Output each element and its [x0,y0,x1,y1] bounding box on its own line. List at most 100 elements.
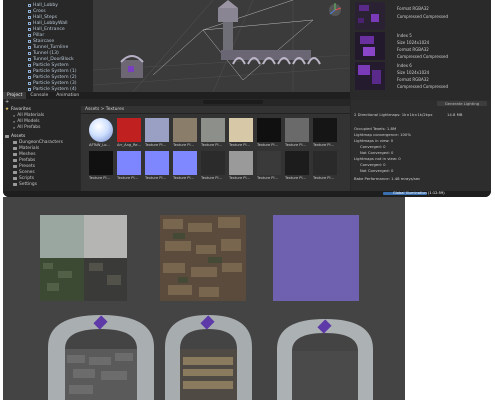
asset-item[interactable]: Texture Pl... [201,118,227,147]
folder-icon [13,140,17,144]
texture-thumbnail [117,118,141,142]
lighting-stat: Lightmap convergence: 100% [354,132,411,137]
lightmap-summary: 2 Directional Lightmaps: 1k×1k×1k/2kpx [354,112,433,117]
hierarchy-panel: Hall_Lobby Cross Hall_Steps Hall_LobbyWa… [3,0,93,92]
asset-item[interactable]: Texture Pl... [173,118,199,147]
lightmap-entry[interactable]: Index 5 Size 1024x1024 Format RGBA32 Com… [355,32,489,60]
texture-thumbnail [313,151,337,175]
lightmap-inspector: Format RGBA32 Compressed Compressed Inde… [351,0,491,100]
tab-console[interactable]: Console [26,92,52,99]
texture-thumbnail [257,151,281,175]
lightmap-compression: Compressed Compressed [397,54,448,59]
folder-icon [13,158,17,162]
asset-item[interactable]: Texture Pl... [285,151,311,180]
search-icon: ⌕ [13,124,16,130]
gameobject-icon [28,39,31,43]
lightmap-compression: Compressed Compressed [397,14,448,19]
lower-preview [3,197,405,400]
asset-item[interactable]: Texture Pl... [201,151,227,180]
folder-icon [13,164,17,168]
arch-model [165,315,252,400]
tab-animation[interactable]: Animation [52,92,83,99]
lighting-stat: Converged: 0 [360,162,386,167]
gameobject-icon [28,21,31,25]
asset-item[interactable]: Arr_Ang_Re... [117,118,143,147]
asset-item[interactable]: Texture Pl... [229,118,255,147]
gameobject-icon [28,27,31,31]
gameobject-icon [28,3,31,7]
lightmap-format: Format RGBA32 [397,47,429,52]
gameobject-icon [28,69,31,73]
asset-item[interactable]: Texture Pl... [257,118,283,147]
search-icon: ⌕ [13,112,16,118]
gameobject-icon [28,45,31,49]
lightmap-size-label: 14.8 MB [447,112,463,117]
texture-thumbnail [201,151,225,175]
asset-item[interactable]: Texture Pl... [89,151,115,180]
lighting-stat: Converged: 0 [360,144,386,149]
tab-project[interactable]: Project [3,92,27,99]
asset-label: Texture Pl... [173,176,194,180]
asset-item[interactable]: Texture Pl... [173,151,199,180]
project-toolbar: + [3,99,350,106]
scene-render [93,0,350,92]
status-text: Global Illumination (1:12:59) [393,191,445,195]
texture-thumbnail [313,118,337,142]
breadcrumb: Assets > Textures [81,106,350,114]
gameobject-icon [28,33,31,37]
asset-item[interactable]: AFTsW_Lo... [89,118,115,147]
star-icon: ★ [5,106,10,112]
texture-thumbnail [285,151,309,175]
asset-item[interactable]: Texture Pl... [145,118,171,147]
scene-view[interactable] [93,0,350,92]
folder-icon [13,146,17,150]
asset-item[interactable]: Texture Pl... [229,151,255,180]
lightmap-thumbnail [355,62,385,90]
gameobject-icon [28,63,31,67]
asset-label: Texture Pl... [201,143,222,147]
lightmap-entry[interactable]: Format RGBA32 Compressed Compressed [355,2,489,30]
asset-item[interactable]: Texture Pl... [313,151,339,180]
material-sphere-thumbnail [89,118,113,142]
asset-label: Texture Pl... [229,143,250,147]
lightmap-thumbnail [355,2,385,30]
bottom-tabbar: Project Console Animation [3,92,350,99]
asset-item[interactable]: Texture Pl... [313,118,339,147]
asset-item[interactable]: Texture Pl... [145,151,171,180]
arch-model [48,315,154,400]
asset-label: Texture Pl... [313,176,334,180]
asset-label: Texture Pl... [229,176,250,180]
texture-thumbnail [229,151,253,175]
lightmap-entry[interactable]: Index 6 Size 1024x1024 Format RGBA32 Com… [355,62,489,92]
texture-thumbnail [173,151,197,175]
gameobject-icon [28,15,31,19]
lightmap-index: Index 5 [397,33,412,38]
search-icon: ⌕ [13,118,16,124]
hierarchy-list: Hall_Lobby Cross Hall_Steps Hall_LobbyWa… [3,2,93,92]
asset-item[interactable]: Texture Pl... [257,151,283,180]
gameobject-icon [28,57,31,61]
folder-icon [13,152,17,156]
lightmap-size: Size 1024x1024 [397,70,430,75]
add-icon[interactable]: + [5,99,9,105]
folder-item[interactable]: Settings [3,181,80,187]
asset-label: Texture Pl... [117,176,138,180]
project-folder-tree: ★ Favorites ⌕ All Materials ⌕ All Models ⌕ A… [3,106,80,197]
lightmap-thumbnail [355,32,385,60]
asset-item[interactable]: Texture Pl... [285,118,311,147]
texture-thumbnail [201,118,225,142]
texture-tile [160,215,246,301]
arch-model [277,319,373,400]
generate-lighting-button[interactable]: Generate Lighting [437,101,487,106]
lightmap-format: Format RGBA32 [397,6,429,11]
texture-thumbnail [145,151,169,175]
lighting-stat: Not Converged: 0 [360,168,394,173]
gameobject-icon [28,51,31,55]
texture-thumbnail [229,118,253,142]
texture-thumbnail [117,151,141,175]
texture-thumbnail [257,118,281,142]
asset-item[interactable]: Texture Pl... [117,151,143,180]
gameobject-icon [28,75,31,79]
project-search-input[interactable] [203,100,263,104]
asset-label: Texture Pl... [89,176,110,180]
